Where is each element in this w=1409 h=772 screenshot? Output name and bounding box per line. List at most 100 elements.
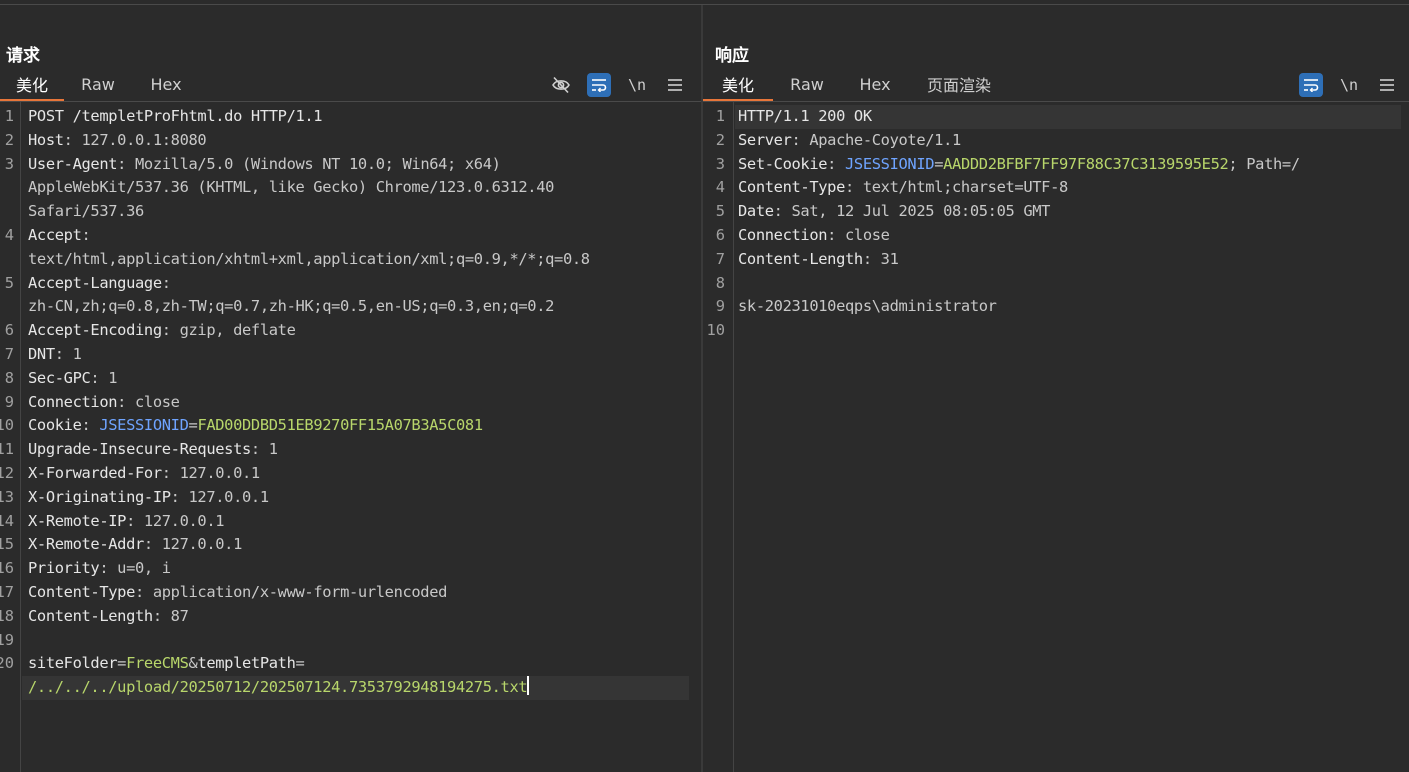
- code-line: 14 X-Remote-IP: 127.0.0.1: [0, 510, 701, 534]
- code-token: /../../../upload/20250712/202507124.7353…: [28, 678, 528, 697]
- code-token: X-Remote-Addr: [28, 535, 144, 554]
- line-text: Date: Sat, 12 Jul 2025 08:05:05 GMT: [738, 200, 1050, 224]
- request-tabs-divider: [0, 101, 701, 102]
- line-text: AppleWebKit/537.36 (KHTML, like Gecko) C…: [28, 176, 554, 200]
- newline-toggle[interactable]: \n: [625, 73, 649, 97]
- code-token: : close: [827, 225, 890, 244]
- line-text: Content-Length: 87: [28, 605, 189, 629]
- code-token: =: [934, 154, 944, 173]
- code-token: Content-Length: [28, 606, 153, 625]
- code-line: 3 User-Agent: Mozilla/5.0 (Windows NT 10.…: [0, 153, 701, 177]
- response-tab-raw[interactable]: Raw: [773, 68, 841, 100]
- code-token: siteFolder: [28, 654, 118, 673]
- wrap-lines-icon[interactable]: [1299, 73, 1323, 97]
- code-token: FreeCMS: [126, 654, 189, 673]
- line-text: siteFolder=FreeCMS&templetPath=: [28, 652, 305, 676]
- line-number: 8: [4, 368, 14, 387]
- line-text: X-Forwarded-For: 127.0.0.1: [28, 462, 260, 486]
- line-number: 7: [715, 249, 725, 268]
- code-token: : 127.0.0.1: [161, 463, 260, 482]
- code-token: FAD00DDBD51EB9270FF15A07B3A5C081: [197, 416, 483, 435]
- response-editor[interactable]: 1 HTTP/1.1 200 OK 2 Server: Apache-Coyote/1…: [703, 105, 1409, 343]
- line-number: 4: [715, 178, 725, 197]
- line-number: 11: [0, 440, 14, 459]
- line-number: 12: [0, 463, 14, 482]
- line-text: zh-CN,zh;q=0.8,zh-TW;q=0.7,zh-HK;q=0.5,e…: [28, 295, 554, 319]
- line-number: 5: [715, 202, 725, 221]
- line-text: /../../../upload/20250712/202507124.7353…: [28, 676, 530, 700]
- request-title: 请求: [6, 46, 40, 66]
- request-tab-hex[interactable]: Hex: [132, 68, 200, 100]
- code-token: templetPath: [197, 654, 296, 673]
- code-token: Set-Cookie: [738, 154, 828, 173]
- code-token: :: [827, 154, 846, 173]
- code-line: 1 POST /templetProFhtml.do HTTP/1.1: [0, 105, 701, 129]
- response-tab-hex[interactable]: Hex: [841, 68, 909, 100]
- line-text: Safari/537.36: [28, 200, 144, 224]
- code-token: Date: [738, 202, 774, 221]
- code-token: Content-Type: [28, 582, 135, 601]
- code-token: :: [81, 225, 91, 244]
- code-line: 5 Date: Sat, 12 Jul 2025 08:05:05 GMT: [703, 200, 1409, 224]
- line-number: 19: [0, 630, 14, 649]
- response-tab-render[interactable]: 页面渲染: [909, 68, 1009, 100]
- code-line: text/html,application/xhtml+xml,applicat…: [0, 248, 701, 272]
- line-text: Upgrade-Insecure-Requests: 1: [28, 438, 278, 462]
- line-number: 7: [4, 344, 14, 363]
- code-token: : 1: [54, 344, 82, 363]
- code-token: : 127.0.0.1: [143, 535, 242, 554]
- request-editor[interactable]: 1 POST /templetProFhtml.do HTTP/1.1 2 Host:…: [0, 105, 701, 700]
- line-number: 6: [715, 225, 725, 244]
- code-token: JSESSIONID: [99, 416, 189, 435]
- line-number: 10: [0, 416, 14, 435]
- code-token: : 127.0.0.1: [126, 511, 225, 530]
- response-panel: 响应 美化 Raw Hex 页面渲染 \n 1 HTTP/1.1 200 OK 2 S…: [703, 5, 1409, 772]
- line-text: Priority: u=0, i: [28, 557, 171, 581]
- request-panel: 请求 美化 Raw Hex \n 1 POST /templetProFhtml.…: [0, 5, 701, 772]
- request-toolbar: \n: [549, 73, 687, 97]
- code-token: Safari/537.36: [28, 202, 144, 221]
- line-number: 20: [0, 654, 14, 673]
- line-text: Content-Type: application/x-www-form-url…: [28, 581, 447, 605]
- line-text: Accept-Encoding: gzip, deflate: [28, 319, 296, 343]
- line-number: 1: [4, 107, 14, 125]
- line-number: 6: [4, 321, 14, 340]
- line-number: 8: [715, 273, 725, 292]
- code-token: DNT: [28, 344, 55, 363]
- line-text: Host: 127.0.0.1:8080: [28, 129, 207, 153]
- eye-slash-icon[interactable]: [549, 73, 573, 97]
- code-line: 12 X-Forwarded-For: 127.0.0.1: [0, 462, 701, 486]
- code-token: : 87: [152, 606, 189, 625]
- code-token: : u=0, i: [99, 559, 171, 578]
- line-text: User-Agent: Mozilla/5.0 (Windows NT 10.0…: [28, 153, 501, 177]
- line-text: text/html,application/xhtml+xml,applicat…: [28, 248, 590, 272]
- response-title: 响应: [715, 46, 749, 66]
- hamburger-menu-icon[interactable]: [663, 73, 687, 97]
- code-token: X-Remote-IP: [28, 511, 127, 530]
- code-line: 7 DNT: 1: [0, 343, 701, 367]
- response-tab-pretty[interactable]: 美化: [703, 68, 773, 102]
- request-tab-pretty[interactable]: 美化: [0, 68, 64, 102]
- wrap-lines-icon[interactable]: [587, 73, 611, 97]
- code-token: : Mozilla/5.0 (Windows NT 10.0; Win64; x…: [117, 154, 501, 173]
- newline-toggle[interactable]: \n: [1337, 73, 1361, 97]
- code-token: Host: [28, 130, 64, 149]
- line-number: 3: [715, 154, 725, 173]
- code-token: zh-CN,zh;q=0.8,zh-TW;q=0.7,zh-HK;q=0.5,e…: [28, 297, 555, 316]
- line-number: 2: [715, 130, 725, 149]
- code-token: : 1: [250, 440, 278, 459]
- code-token: Server: [738, 130, 792, 149]
- code-token: :: [161, 273, 171, 292]
- request-tab-raw[interactable]: Raw: [64, 68, 132, 100]
- code-token: AppleWebKit/537.36 (KHTML, like Gecko) C…: [28, 178, 555, 197]
- code-line: 10: [703, 319, 1409, 343]
- code-token: Content-Length: [738, 249, 863, 268]
- code-line: 6 Connection: close: [703, 224, 1409, 248]
- line-number: 18: [0, 606, 14, 625]
- code-line: 8: [703, 272, 1409, 296]
- code-token: =: [117, 654, 127, 673]
- hamburger-menu-icon[interactable]: [1375, 73, 1399, 97]
- code-token: Connection: [738, 225, 828, 244]
- code-line: Safari/537.36: [0, 200, 701, 224]
- line-text: Connection: close: [28, 391, 180, 415]
